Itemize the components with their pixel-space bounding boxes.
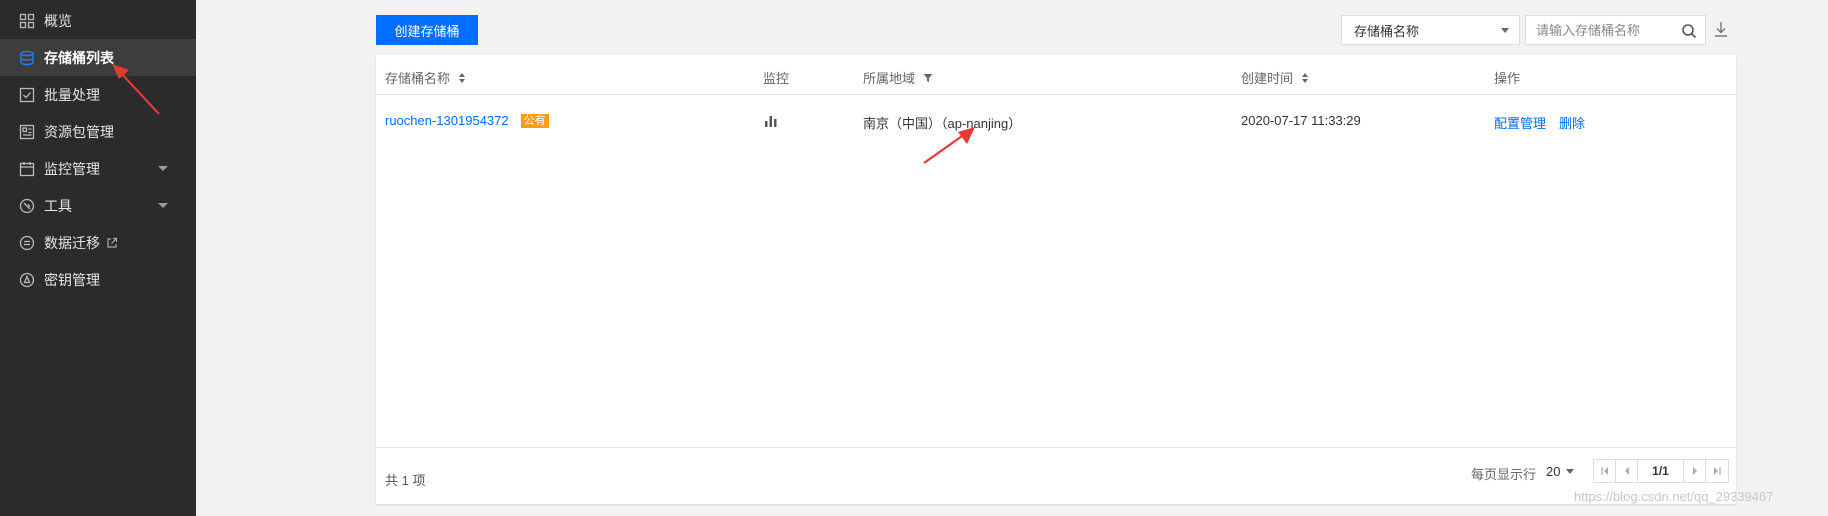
per-page-select[interactable]: 20 [1546,464,1575,479]
prev-page-icon [1624,467,1629,475]
sidebar-item-packages[interactable]: 资源包管理 [0,113,196,150]
select-value: 存储桶名称 [1354,23,1420,39]
column-monitoring: 监控 [763,71,790,86]
key-icon [19,272,35,288]
next-page-button[interactable] [1684,460,1706,482]
sidebar-item-tools[interactable]: 工具 [0,187,196,224]
region-cell: 南京（中国）（ap-nanjing） [863,116,1022,131]
chevron-down-icon [158,203,168,208]
bucket-table: 存储桶名称 监控 所属地域 创建时间 操作 ruochen-1301954372… [376,55,1736,504]
sidebar-item-batch[interactable]: 批量处理 [0,76,196,113]
external-link-icon [107,237,118,248]
page-indicator: 1/1 [1638,460,1684,482]
create-bucket-button[interactable]: 创建存储桶 [376,15,478,45]
table-footer: 共 1 项 每页显示行 20 1/1 [376,447,1736,504]
monitoring-cell [764,114,778,128]
first-page-button[interactable] [1594,460,1616,482]
bar-chart-icon[interactable] [764,114,778,128]
filter-icon[interactable] [923,73,933,83]
migrate-icon [19,235,35,251]
bucket-name-cell: ruochen-1301954372 公有 [385,113,549,128]
column-actions: 操作 [1494,71,1521,86]
sidebar-item-label: 密钥管理 [44,271,100,288]
status-badge: 公有 [520,113,549,128]
sidebar-item-bucket-list[interactable]: 存储桶列表 [0,39,196,76]
search-icon[interactable] [1681,23,1697,39]
total-count: 共 1 项 [385,473,426,488]
sort-icon[interactable] [1301,72,1309,83]
search-input[interactable] [1526,16,1666,44]
pagination: 1/1 [1593,459,1729,483]
calendar-icon [19,162,35,177]
tool-icon [19,198,35,214]
sidebar-item-monitoring[interactable]: 监控管理 [0,150,196,187]
prev-page-button[interactable] [1616,460,1638,482]
sidebar-item-label: 资源包管理 [44,123,114,140]
grid-icon [19,13,35,29]
first-page-icon [1600,467,1608,475]
sort-icon[interactable] [458,72,466,83]
configure-link[interactable]: 配置管理 [1494,113,1546,132]
watermark: https://blog.csdn.net/qq_29339467 [1574,489,1774,504]
column-region[interactable]: 所属地域 [863,68,933,87]
sidebar-item-overview[interactable]: 概览 [0,2,196,39]
bucket-icon [20,50,34,66]
actions-cell: 配置管理 删除 [1494,113,1585,132]
sidebar-item-label: 监控管理 [44,160,100,177]
download-icon[interactable] [1713,20,1729,38]
sidebar-item-label: 数据迁移 [44,234,100,251]
column-created-time[interactable]: 创建时间 [1241,68,1309,87]
chevron-down-icon [1566,469,1575,474]
search-box [1525,15,1706,45]
sidebar-item-migration[interactable]: 数据迁移 [0,224,196,261]
last-page-icon [1714,467,1721,475]
search-field-select[interactable]: 存储桶名称 [1341,15,1520,45]
package-icon [19,124,35,140]
check-square-icon [19,87,35,103]
table-header: 存储桶名称 监控 所属地域 创建时间 操作 [376,55,1736,95]
sidebar-item-label: 存储桶列表 [44,49,114,66]
per-page-label: 每页显示行 [1471,467,1537,482]
chevron-down-icon [1501,28,1509,33]
table-row: ruochen-1301954372 公有 南京（中国）（ap-nanjing）… [376,96,1736,146]
sidebar-item-keys[interactable]: 密钥管理 [0,261,196,298]
sidebar-item-label: 批量处理 [44,86,100,103]
created-time-cell: 2020-07-17 11:33:29 [1241,113,1361,128]
column-bucket-name[interactable]: 存储桶名称 [385,68,466,87]
sidebar-item-label: 概览 [44,12,72,29]
chevron-down-icon [158,166,168,171]
next-page-icon [1692,467,1697,475]
bucket-name-link[interactable]: ruochen-1301954372 [385,113,509,128]
sidebar: 概览 存储桶列表 批量处理 资源包管理 监控管理 工具 数据迁移 密钥管理 [0,0,196,516]
delete-link[interactable]: 删除 [1559,113,1585,132]
last-page-button[interactable] [1706,460,1728,482]
sidebar-item-label: 工具 [44,197,72,214]
